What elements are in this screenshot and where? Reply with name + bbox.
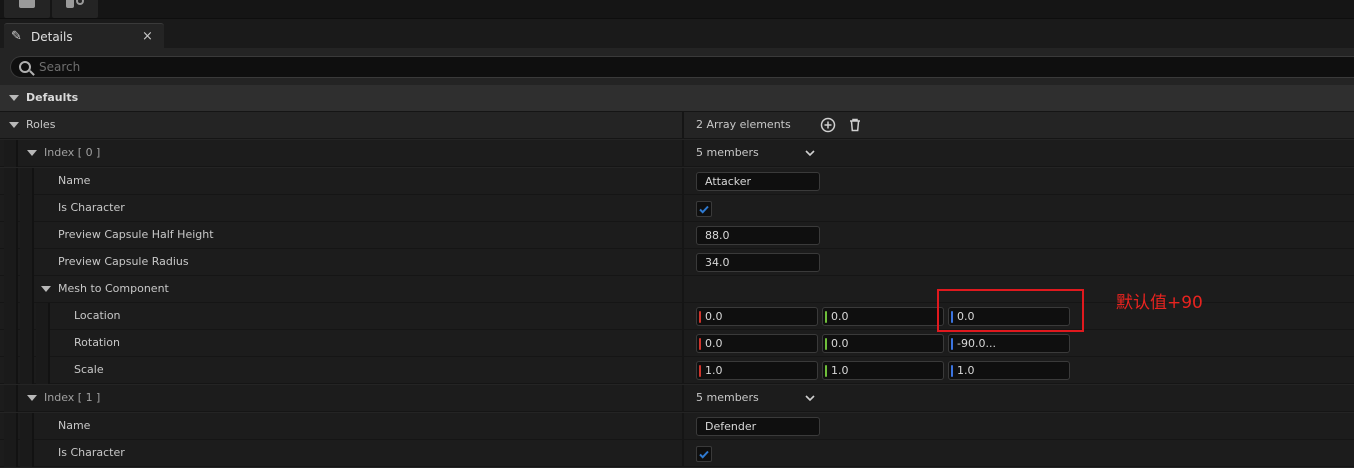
expand-arrow-icon[interactable]: [9, 122, 19, 128]
chevron-down-icon[interactable]: [804, 148, 816, 158]
expand-arrow-icon[interactable]: [27, 150, 37, 156]
is-character-checkbox[interactable]: [696, 446, 712, 462]
is-character-checkbox[interactable]: [696, 201, 712, 217]
expand-arrow-icon[interactable]: [27, 395, 37, 401]
property-is-character: Is Character: [0, 440, 1354, 467]
browse-button[interactable]: [52, 0, 98, 18]
rotation-y-field[interactable]: 0.0: [822, 334, 944, 353]
property-label: Name: [58, 419, 91, 432]
rotation-x-field[interactable]: 0.0: [696, 334, 818, 353]
tab-strip: ✎ Details ×: [0, 18, 1354, 49]
trash-icon[interactable]: [847, 117, 863, 133]
radius-field[interactable]: 34.0: [696, 253, 820, 272]
search-bar[interactable]: [10, 56, 1354, 78]
array-element-0: Index [ 0 ] 5 members: [0, 140, 1354, 167]
close-icon[interactable]: ×: [142, 29, 153, 44]
expand-arrow-icon[interactable]: [9, 95, 19, 101]
pencil-icon: ✎: [11, 29, 22, 44]
rotation-z-field[interactable]: -90.0...: [948, 334, 1070, 353]
scale-y-field[interactable]: 1.0: [822, 361, 944, 380]
magnifier-icon: [76, 0, 84, 5]
index-label: Index [ 0 ]: [44, 146, 101, 159]
array-element-1: Index [ 1 ] 5 members: [0, 385, 1354, 412]
property-label: Preview Capsule Radius: [58, 255, 189, 268]
expand-arrow-icon[interactable]: [41, 286, 51, 292]
save-icon: [19, 0, 35, 8]
category-label: Defaults: [26, 91, 79, 104]
array-count: 2 Array elements: [696, 118, 791, 131]
add-element-icon[interactable]: [820, 117, 836, 133]
property-name: Name Defender: [0, 413, 1354, 440]
property-radius: Preview Capsule Radius 34.0: [0, 249, 1354, 276]
search-icon: [19, 61, 31, 73]
property-label: Location: [74, 309, 121, 322]
property-rotation: Rotation 0.0 0.0 -90.0...: [0, 330, 1354, 357]
category-defaults[interactable]: Defaults: [0, 85, 1354, 112]
annotation-highlight-box: [937, 289, 1084, 332]
property-label: Scale: [74, 363, 104, 376]
property-half-height: Preview Capsule Half Height 88.0: [0, 222, 1354, 249]
members-count: 5 members: [696, 146, 759, 159]
property-label: Preview Capsule Half Height: [58, 228, 214, 241]
property-label: Is Character: [58, 446, 125, 459]
half-height-field[interactable]: 88.0: [696, 226, 820, 245]
location-x-field[interactable]: 0.0: [696, 307, 818, 326]
toolbar: [0, 0, 1354, 18]
name-field[interactable]: Defender: [696, 417, 820, 436]
tab-details[interactable]: ✎ Details ×: [4, 23, 164, 49]
chevron-down-icon[interactable]: [804, 393, 816, 403]
property-label: Is Character: [58, 201, 125, 214]
tab-label: Details: [31, 30, 73, 44]
property-label: Rotation: [74, 336, 121, 349]
property-scale: Scale 1.0 1.0 1.0: [0, 357, 1354, 384]
checkmark-icon: [699, 205, 709, 214]
annotation-text: 默认值+90: [1116, 293, 1203, 313]
name-field[interactable]: Attacker: [696, 172, 820, 191]
index-label: Index [ 1 ]: [44, 391, 101, 404]
property-label: Roles: [26, 118, 56, 131]
save-button[interactable]: [4, 0, 50, 18]
property-label: Mesh to Component: [58, 282, 169, 295]
search-input[interactable]: [39, 59, 1339, 75]
location-y-field[interactable]: 0.0: [822, 307, 944, 326]
scale-x-field[interactable]: 1.0: [696, 361, 818, 380]
property-name: Name Attacker: [0, 168, 1354, 195]
property-label: Name: [58, 174, 91, 187]
scale-z-field[interactable]: 1.0: [948, 361, 1070, 380]
members-count: 5 members: [696, 391, 759, 404]
property-roles: Roles 2 Array elements: [0, 112, 1354, 139]
property-is-character: Is Character: [0, 195, 1354, 222]
checkmark-icon: [699, 450, 709, 459]
browse-icon: [66, 0, 74, 8]
